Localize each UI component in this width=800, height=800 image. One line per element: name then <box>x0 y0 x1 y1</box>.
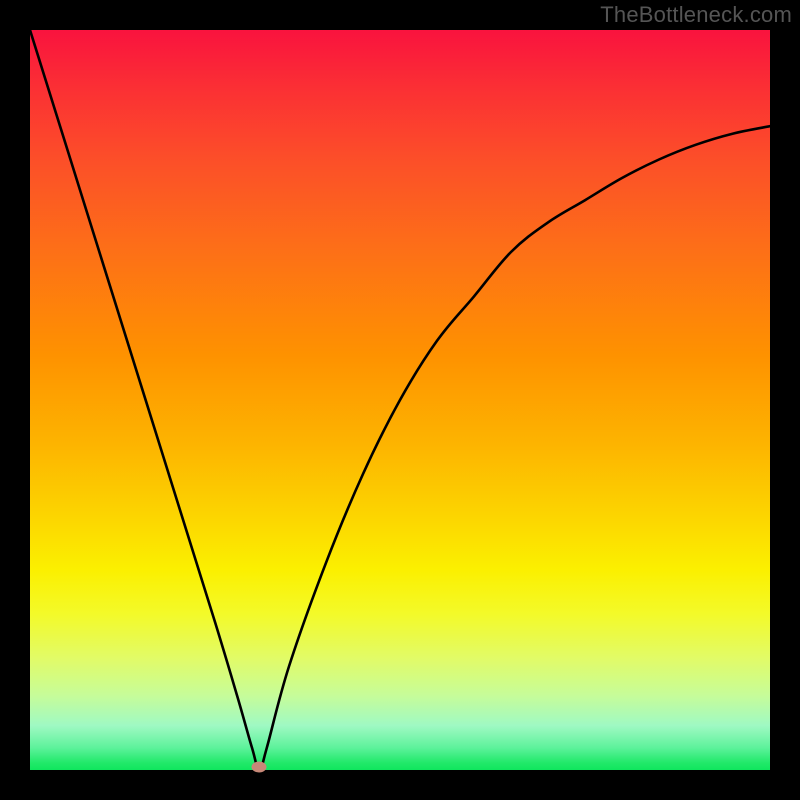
chart-frame: TheBottleneck.com <box>0 0 800 800</box>
plot-area <box>30 30 770 770</box>
minimum-marker <box>252 762 267 773</box>
watermark-text: TheBottleneck.com <box>600 2 792 28</box>
bottleneck-curve <box>30 30 770 770</box>
